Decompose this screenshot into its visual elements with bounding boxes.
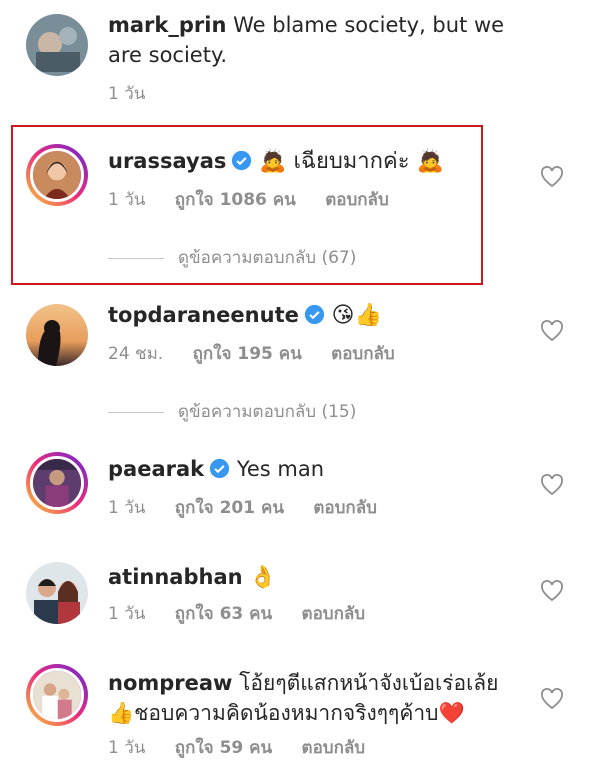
comment-text: 🙇 เฉียบมากค่ะ 🙇 [259, 149, 444, 174]
like-heart-icon[interactable] [540, 320, 564, 342]
view-replies-label: ดูข้อความตอบกลับ (67) [178, 248, 357, 268]
comment-username[interactable]: topdaraneenute [108, 303, 299, 327]
avatar[interactable] [26, 452, 88, 514]
divider-line [108, 257, 164, 259]
avatar[interactable] [26, 562, 88, 624]
avatar[interactable] [26, 14, 88, 76]
comment-time: 24 ชม. [108, 344, 164, 364]
verified-badge-icon [232, 150, 252, 171]
reply-button[interactable]: ตอบกลับ [331, 344, 395, 364]
comment-time: 1 วัน [108, 738, 146, 758]
avatar[interactable] [26, 304, 88, 366]
reply-button[interactable]: ตอบกลับ [302, 604, 366, 624]
like-heart-icon[interactable] [540, 580, 564, 602]
comment-username[interactable]: atinnabhan [108, 565, 243, 589]
comment-likes[interactable]: ถูกใจ 201 คน [175, 498, 284, 518]
avatar[interactable] [26, 144, 88, 206]
comment-likes[interactable]: ถูกใจ 1086 คน [175, 190, 296, 210]
view-replies-button[interactable]: ดูข้อความตอบกลับ (67) [108, 244, 356, 271]
comment-username[interactable]: nompreaw [108, 671, 232, 695]
divider-line [108, 411, 164, 413]
view-replies-label: ดูข้อความตอบกลับ (15) [178, 402, 357, 422]
like-heart-icon[interactable] [540, 688, 564, 710]
avatar[interactable] [26, 664, 88, 726]
verified-badge-icon [304, 304, 324, 325]
like-heart-icon[interactable] [540, 474, 564, 496]
reply-button[interactable]: ตอบกลับ [313, 498, 377, 518]
verified-badge-icon [210, 458, 230, 479]
reply-button[interactable]: ตอบกลับ [302, 738, 366, 758]
comment-text: 😘👍 [331, 303, 382, 328]
comment-likes[interactable]: ถูกใจ 63 คน [175, 604, 272, 624]
comment-time: 1 วัน [108, 190, 146, 210]
comment-time: 1 วัน [108, 498, 146, 518]
view-replies-button[interactable]: ดูข้อความตอบกลับ (15) [108, 398, 356, 425]
comment-time: 1 วัน [108, 84, 146, 104]
comment-username[interactable]: paearak [108, 457, 204, 481]
reply-button[interactable]: ตอบกลับ [325, 190, 389, 210]
comment-text: Yes man [236, 457, 325, 481]
like-heart-icon[interactable] [540, 166, 564, 188]
comment-time: 1 วัน [108, 604, 146, 624]
comment-likes[interactable]: ถูกใจ 195 คน [193, 344, 302, 364]
comment-likes[interactable]: ถูกใจ 59 คน [175, 738, 272, 758]
comment-username[interactable]: urassayas [108, 149, 226, 173]
comment-text: 👌 [249, 565, 277, 590]
comment-username[interactable]: mark_prin [108, 13, 226, 37]
